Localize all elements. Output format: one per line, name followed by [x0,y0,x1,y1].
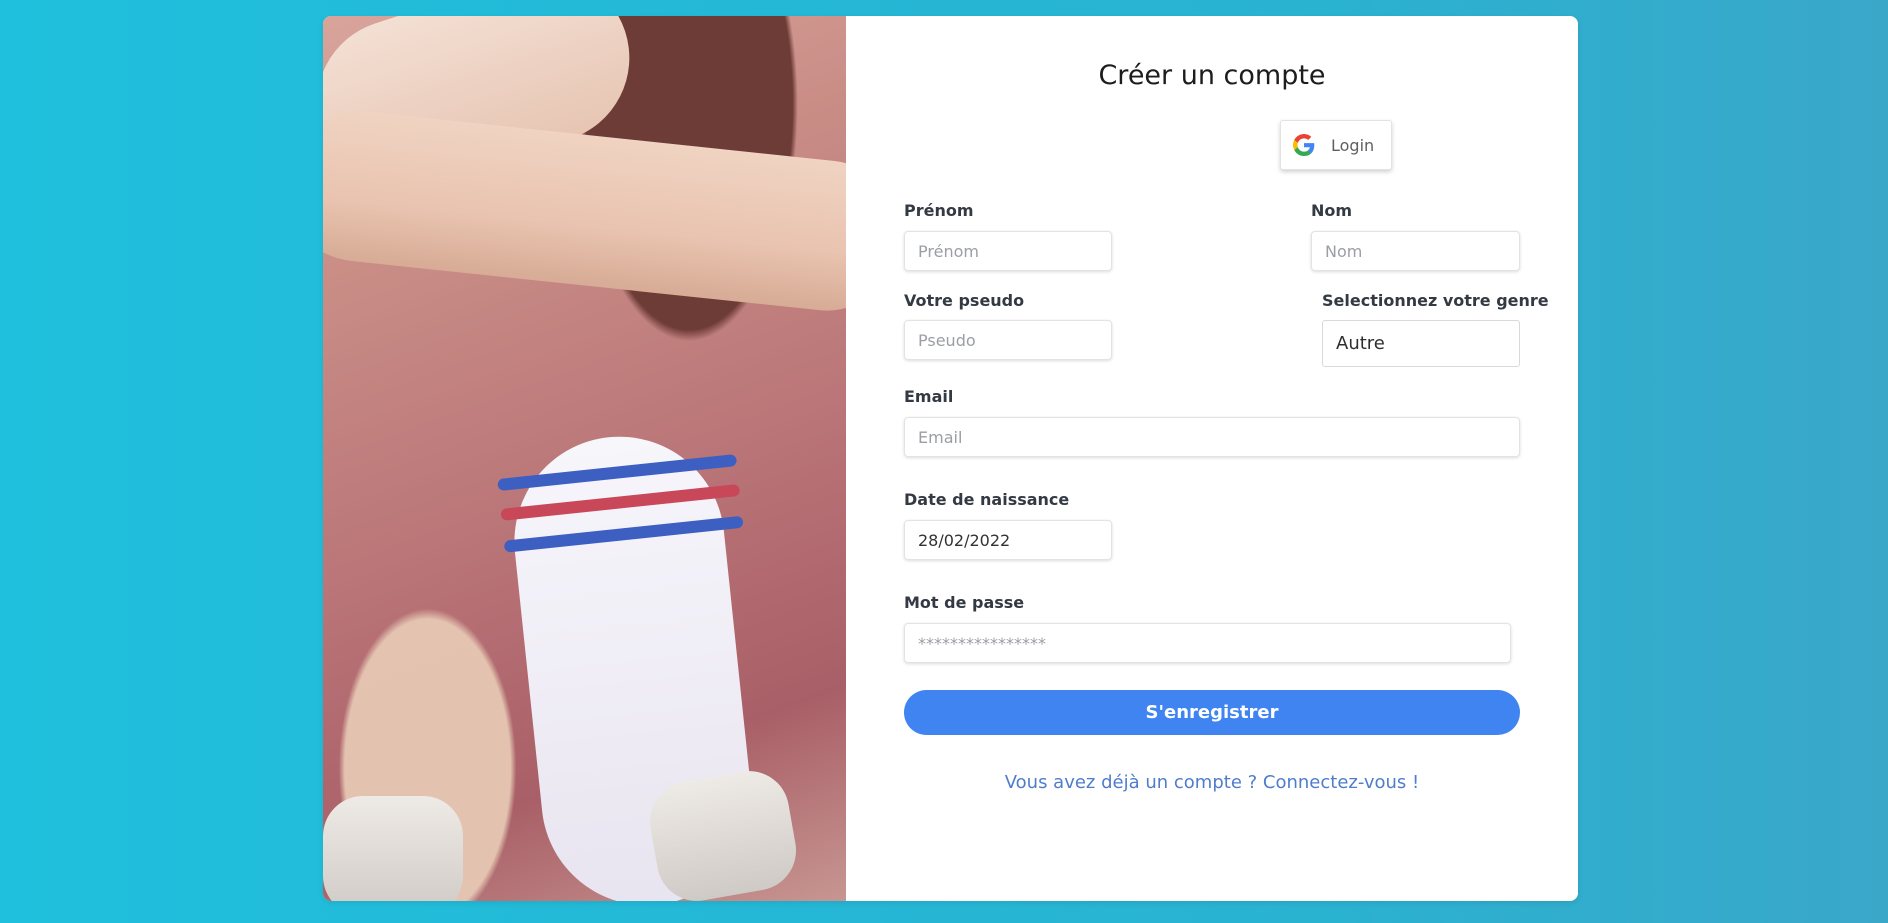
photo-arm-middle [323,104,846,318]
first-name-input[interactable] [904,231,1112,271]
google-login-label: Login [1331,135,1375,155]
photo-shoe-left [323,796,463,901]
sock-stripe-red [500,483,741,521]
pseudo-input[interactable] [904,320,1112,360]
register-button[interactable]: S'enregistrer [904,690,1520,735]
page-title: Créer un compte [1098,60,1326,91]
birthdate-label: Date de naissance [904,490,1070,509]
gender-label: Selectionnez votre genre [1322,291,1549,310]
register-form: Créer un compte Login Prénom Nom Votre p… [846,16,1578,901]
password-label: Mot de passe [904,593,1025,612]
google-icon [1293,134,1315,156]
register-card: Créer un compte Login Prénom Nom Votre p… [323,16,1578,901]
pseudo-label: Votre pseudo [904,291,1025,310]
last-name-label: Nom [1311,201,1353,220]
signin-link[interactable]: Vous avez déjà un compte ? Connectez-vou… [846,772,1578,793]
first-name-label: Prénom [904,201,974,220]
last-name-input[interactable] [1311,231,1520,271]
hero-photo [323,16,846,901]
birthdate-input[interactable] [904,520,1112,560]
gender-select[interactable]: Autre [1322,320,1520,367]
sock-stripe-blue [497,454,738,492]
gender-selected-value: Autre [1336,333,1385,354]
password-input[interactable] [904,623,1511,663]
google-login-button[interactable]: Login [1280,120,1392,170]
email-label: Email [904,387,954,406]
sock-stripe-blue-2 [503,515,744,553]
email-input[interactable] [904,417,1520,457]
